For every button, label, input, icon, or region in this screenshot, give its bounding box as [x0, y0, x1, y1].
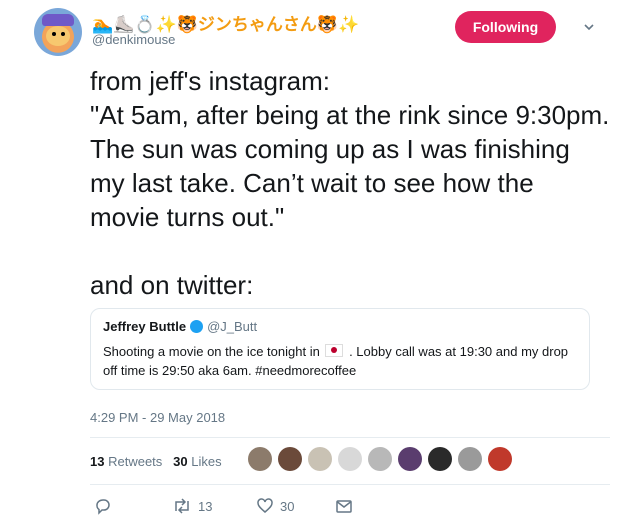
quoted-tweet-header: Jeffrey Buttle @J_Butt [103, 319, 577, 334]
verified-badge-icon [190, 320, 204, 333]
retweets-label: Retweets [108, 454, 163, 469]
author-handle[interactable]: @denkimouse [92, 32, 175, 47]
engagement-stats: 13 Retweets 30 Likes [90, 454, 222, 469]
tweet-text: from jeff's instagram: "At 5am, after be… [90, 66, 610, 300]
liker-avatar[interactable] [398, 447, 422, 471]
japan-flag-icon [325, 344, 344, 357]
quoted-tweet[interactable]: Jeffrey Buttle @J_Butt Shooting a movie o… [90, 308, 590, 390]
envelope-icon [336, 500, 352, 513]
like-count: 30 [280, 498, 295, 514]
liker-avatar[interactable] [308, 447, 332, 471]
following-button[interactable]: Following [455, 11, 556, 43]
direct-message-button[interactable] [335, 497, 353, 515]
likes-stat[interactable]: 30 Likes [173, 454, 221, 469]
retweet-icon [175, 498, 189, 514]
liker-avatar[interactable] [428, 447, 452, 471]
divider [90, 437, 610, 438]
liker-avatar[interactable] [368, 447, 392, 471]
reply-icon [96, 499, 110, 515]
quoted-author-name: Jeffrey Buttle [103, 319, 187, 334]
retweet-button[interactable]: 13 [172, 497, 212, 515]
retweets-count: 13 [90, 454, 105, 469]
quoted-author-handle: @J_Butt [207, 319, 258, 334]
retweet-count: 13 [198, 498, 213, 514]
likes-label: Likes [191, 454, 222, 469]
quoted-text-before-flag: Shooting a movie on the ice tonight in [103, 344, 320, 359]
avatar[interactable] [34, 8, 82, 56]
liker-avatar[interactable] [278, 447, 302, 471]
tweet-timestamp[interactable]: 4:29 PM - 29 May 2018 [90, 410, 225, 425]
tweet-actions: 13 30 [90, 497, 370, 519]
quoted-tweet-text: Shooting a movie on the ice tonight in .… [103, 342, 577, 380]
divider [90, 484, 610, 485]
retweets-stat[interactable]: 13 Retweets [90, 454, 162, 469]
like-button[interactable]: 30 [256, 497, 294, 515]
chevron-down-icon[interactable] [584, 22, 594, 32]
liker-avatar[interactable] [338, 447, 362, 471]
liker-avatar[interactable] [488, 447, 512, 471]
heart-icon [257, 498, 273, 513]
reply-button[interactable] [94, 497, 118, 515]
tweet-header: 🏊‍⛸💍✨🐯ジンちゃんさん🐯✨ @denkimouse Following [24, 8, 612, 58]
likes-count: 30 [173, 454, 188, 469]
liker-avatar[interactable] [458, 447, 482, 471]
liker-avatar[interactable] [248, 447, 272, 471]
